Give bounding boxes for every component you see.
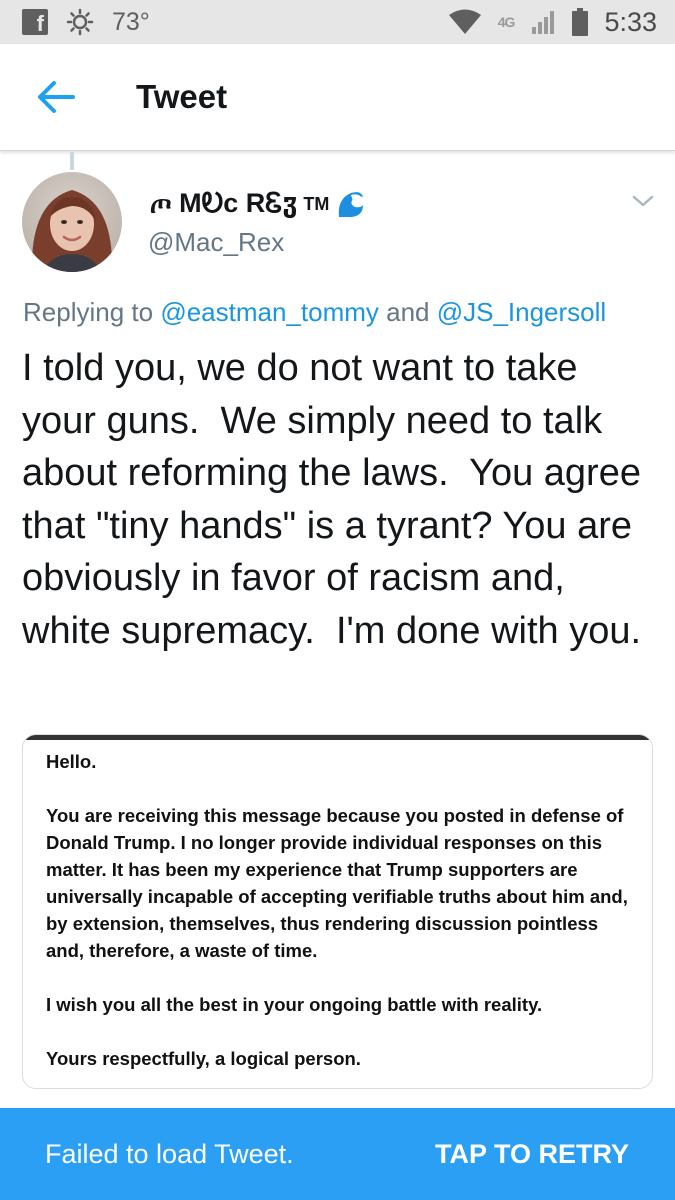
letter-paragraph-1: You are receiving this message because y… — [46, 805, 628, 961]
letter-paragraph-2: I wish you all the best in your ongoing … — [46, 994, 543, 1015]
temperature-label: 73° — [112, 7, 150, 36]
tap-to-retry-button[interactable]: TAP TO RETRY — [435, 1139, 629, 1170]
network-type-label: 4G — [497, 14, 516, 30]
author-display-name[interactable]: ጦ MᎧc RᏋჳ TM — [150, 188, 365, 220]
letter-greeting: Hello. — [46, 751, 97, 772]
failed-load-snackbar: Failed to load Tweet. TAP TO RETRY — [0, 1108, 675, 1200]
status-bar: f 73° 4G 5:33 — [0, 0, 675, 44]
arrow-left-icon — [38, 81, 75, 113]
reply-mention-eastman-tommy[interactable]: @eastman_tommy — [160, 297, 379, 327]
tweet-text: I told you, we do not want to take your … — [22, 347, 652, 652]
status-bar-left: f 73° — [0, 8, 150, 37]
wifi-icon — [448, 9, 481, 34]
back-button[interactable] — [28, 69, 84, 125]
letter-closing: Yours respectfully, a logical person. — [46, 1048, 361, 1069]
more-options-chevron-down-icon[interactable] — [626, 188, 660, 214]
app-toolbar: Tweet — [0, 44, 675, 151]
failed-load-message: Failed to load Tweet. — [45, 1138, 294, 1169]
display-name-tm: TM — [303, 193, 330, 214]
replying-and: and — [378, 297, 437, 327]
thread-connector-line — [70, 152, 74, 170]
brightness-icon — [66, 8, 94, 36]
signal-icon — [532, 11, 555, 34]
reply-mention-js-ingersoll[interactable]: @JS_Ingersoll — [437, 297, 606, 327]
display-name-text: ጦ MᎧc RᏋჳ — [150, 188, 298, 218]
replying-prefix: Replying to — [23, 297, 161, 327]
clock: 5:33 — [604, 6, 657, 37]
battery-icon — [572, 8, 589, 36]
facebook-icon: f — [22, 9, 48, 35]
replying-to-line: Replying to @eastman_tommy and @JS_Inger… — [23, 297, 663, 328]
author-handle[interactable]: @Mac_Rex — [148, 227, 284, 258]
media-letter: Hello. You are receiving this message be… — [23, 740, 652, 1072]
avatar[interactable] — [22, 172, 122, 272]
tweet-media-image[interactable]: Hello. You are receiving this message be… — [22, 734, 653, 1089]
page-title: Tweet — [136, 78, 228, 115]
status-bar-right: 4G 5:33 — [448, 7, 675, 38]
avatar-photo — [22, 172, 122, 272]
water-wave-icon — [339, 192, 364, 217]
